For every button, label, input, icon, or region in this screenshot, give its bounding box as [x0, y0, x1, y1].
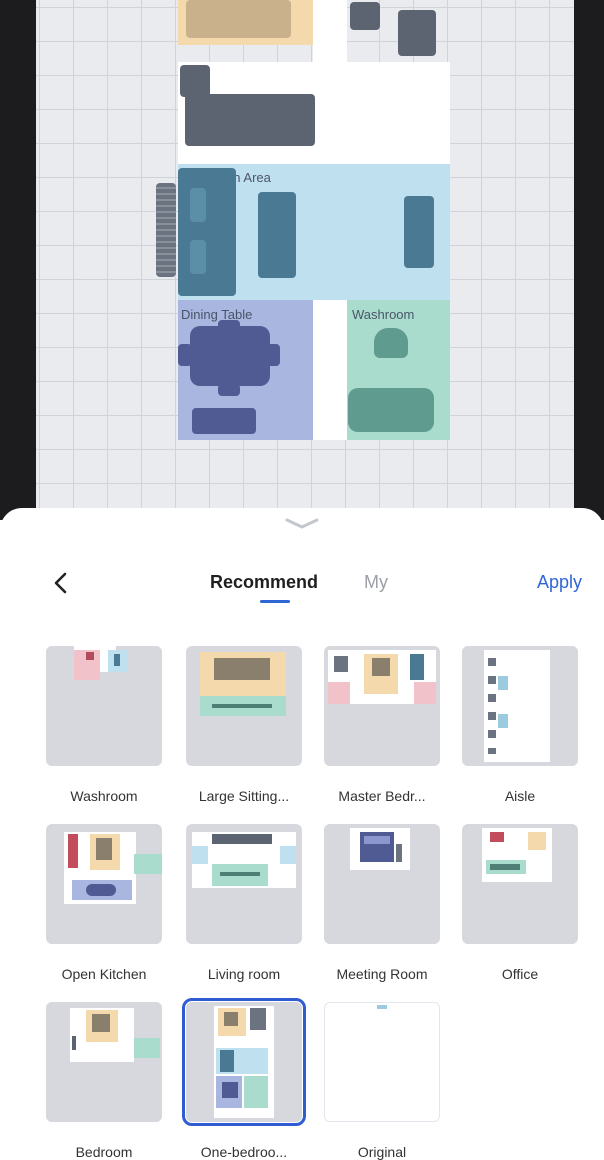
active-tab-indicator	[260, 600, 290, 603]
dining-chair-bottom[interactable]	[218, 384, 240, 396]
template-card[interactable]: One-bedroo...	[182, 998, 306, 1160]
small-table[interactable]	[180, 65, 210, 97]
tab-recommend[interactable]: Recommend	[210, 572, 318, 593]
floor-plan-canvas[interactable]: Reception Area Dining Table Washroom	[0, 0, 604, 520]
long-sofa[interactable]	[185, 94, 315, 146]
template-label: Open Kitchen	[61, 966, 147, 982]
side-cabinet[interactable]	[398, 10, 436, 56]
template-card[interactable]: Office	[462, 824, 578, 982]
template-card[interactable]: Original	[324, 1002, 440, 1160]
apply-button[interactable]: Apply	[537, 572, 582, 593]
template-thumbnail-aisle[interactable]	[462, 646, 578, 766]
template-label: Master Bedr...	[338, 788, 426, 804]
template-thumbnail-office[interactable]	[462, 824, 578, 944]
template-card[interactable]: Washroom	[46, 646, 162, 804]
dining-chair-right[interactable]	[266, 344, 280, 366]
shelf-rack[interactable]	[156, 183, 176, 277]
dining-chair-left[interactable]	[178, 344, 192, 366]
dining-sideboard[interactable]	[192, 408, 256, 434]
desk-chair-bottom[interactable]	[190, 240, 206, 274]
template-thumbnail-meeting-room[interactable]	[324, 824, 440, 944]
right-frame-bar	[574, 0, 604, 520]
room-label-dining: Dining Table	[181, 307, 253, 322]
template-card[interactable]: Master Bedr...	[324, 646, 440, 804]
dining-chair-top[interactable]	[218, 320, 240, 330]
template-label: Aisle	[504, 788, 536, 804]
toilet[interactable]	[374, 328, 408, 358]
template-label: Living room	[207, 966, 281, 982]
chevron-left-icon[interactable]	[46, 568, 76, 598]
armchair[interactable]	[350, 2, 380, 30]
template-card[interactable]: Meeting Room	[324, 824, 440, 982]
tab-my[interactable]: My	[364, 572, 388, 593]
template-card[interactable]: Bedroom	[46, 1002, 162, 1160]
corridor	[313, 300, 347, 440]
desk-chair-top[interactable]	[190, 188, 206, 222]
template-thumbnail-one-bedroom[interactable]	[182, 998, 306, 1126]
template-thumbnail-open-kitchen[interactable]	[46, 824, 162, 944]
sofa[interactable]	[186, 0, 291, 38]
left-frame-bar	[0, 0, 36, 520]
reception-sofa[interactable]	[258, 192, 296, 278]
template-label: Office	[501, 966, 539, 982]
chevron-down-icon[interactable]	[284, 516, 320, 530]
template-thumbnail-master-bedroom[interactable]	[324, 646, 440, 766]
template-card[interactable]: Aisle	[462, 646, 578, 804]
template-label: Washroom	[70, 788, 138, 804]
template-thumbnail-living-room[interactable]	[186, 824, 302, 944]
template-label: Large Sitting...	[198, 788, 290, 804]
open-area	[313, 0, 347, 62]
template-sheet: Recommend My Apply Washroom Large Sittin…	[0, 508, 604, 1160]
template-label: Meeting Room	[336, 966, 428, 982]
template-thumbnail-large-sitting[interactable]	[186, 646, 302, 766]
bathtub[interactable]	[348, 388, 434, 432]
reception-cabinet[interactable]	[404, 196, 434, 268]
template-thumbnail-washroom[interactable]	[46, 646, 162, 766]
template-thumbnail-original[interactable]	[324, 1002, 440, 1122]
room-label-washroom: Washroom	[352, 307, 415, 322]
template-card[interactable]: Large Sitting...	[186, 646, 302, 804]
template-card[interactable]: Living room	[186, 824, 302, 982]
template-thumbnail-bedroom[interactable]	[46, 1002, 162, 1122]
template-card[interactable]: Open Kitchen	[46, 824, 162, 982]
reception-desk[interactable]	[178, 168, 236, 296]
dining-table[interactable]	[190, 326, 270, 386]
